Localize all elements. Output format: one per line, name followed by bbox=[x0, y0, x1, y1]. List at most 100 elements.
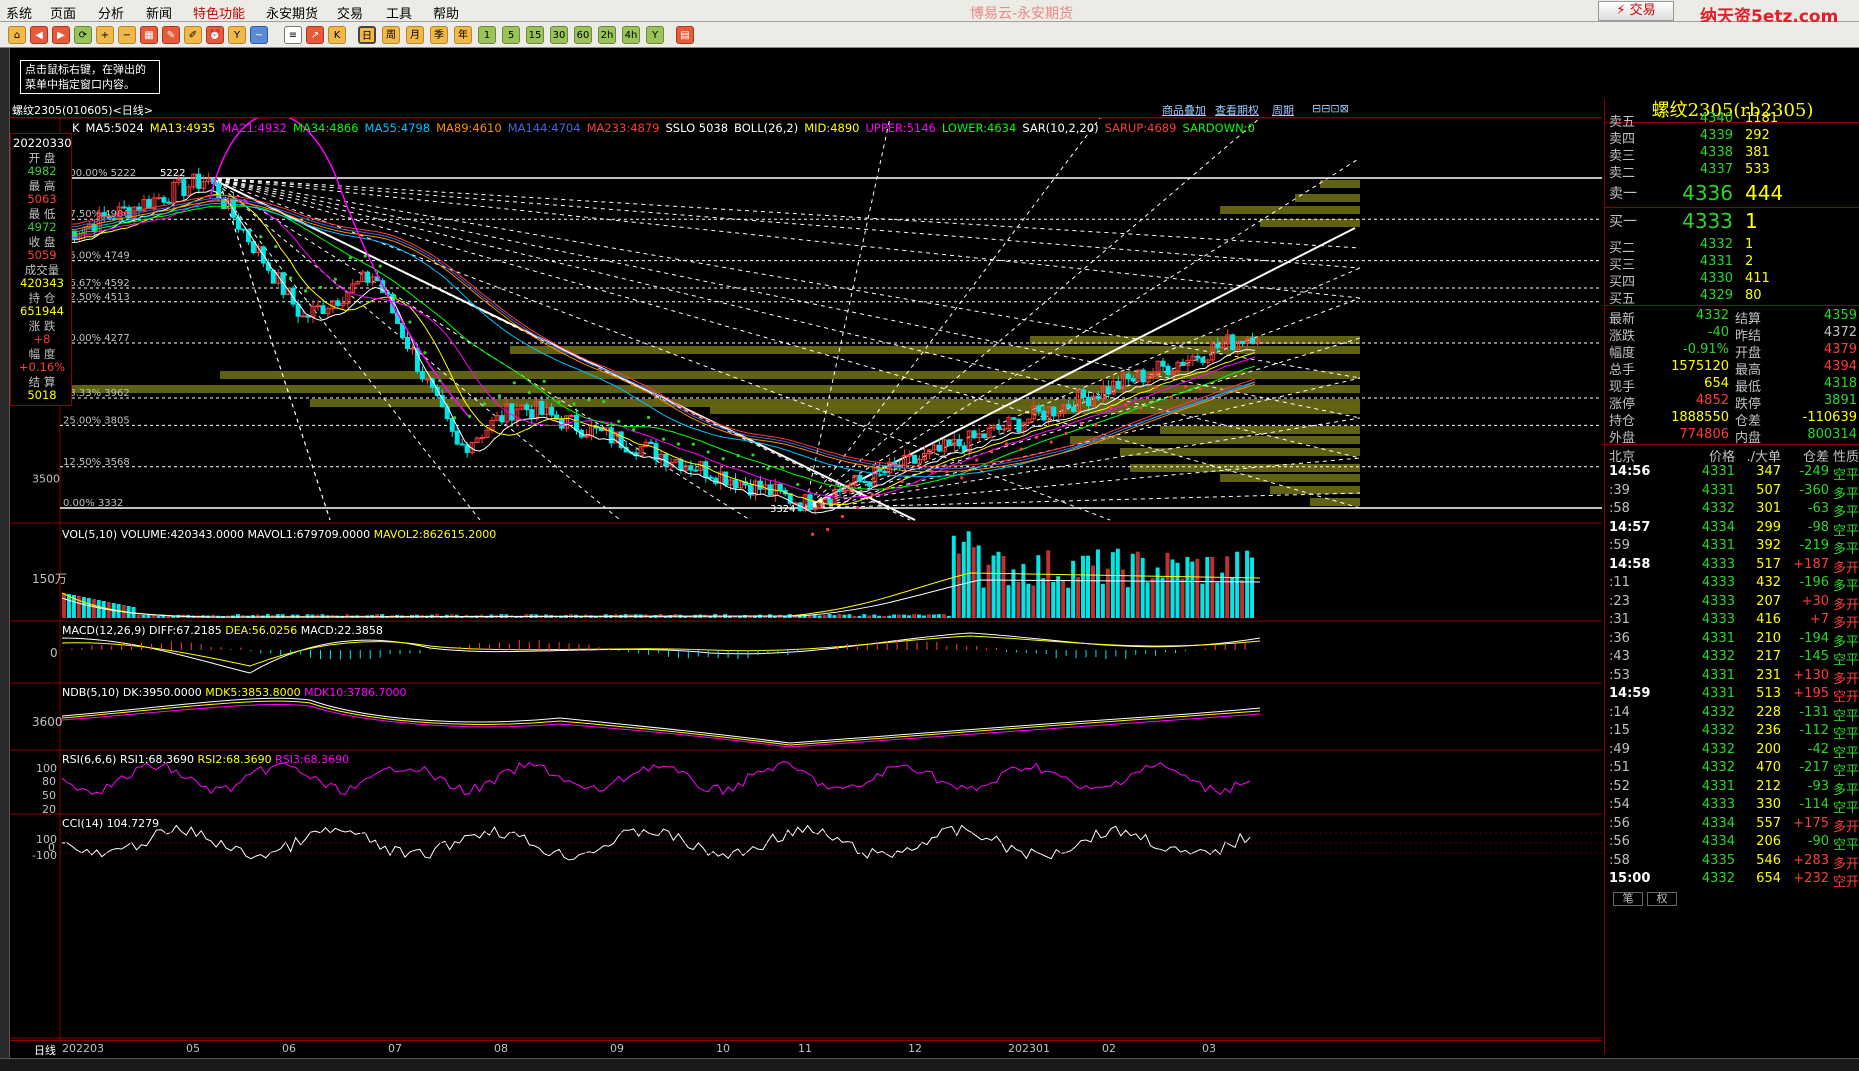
layout-icon[interactable]: ▦ bbox=[140, 26, 158, 44]
table-icon[interactable]: ≡ bbox=[284, 26, 302, 44]
options-link[interactable]: 查看期权 bbox=[1215, 102, 1259, 118]
menu-yongan[interactable]: 永安期货 bbox=[266, 3, 318, 22]
volume-bar bbox=[1041, 578, 1046, 618]
quote-stat-value: 4852 bbox=[1695, 393, 1729, 408]
period-15[interactable]: 15 bbox=[526, 26, 544, 44]
period-day[interactable]: 日 bbox=[358, 26, 376, 44]
sell-price: 4336 bbox=[1682, 181, 1733, 205]
status-bar bbox=[0, 1058, 1859, 1071]
volume-bar bbox=[96, 600, 101, 618]
period-30[interactable]: 30 bbox=[550, 26, 568, 44]
volume-bar bbox=[1235, 551, 1240, 618]
period-5[interactable]: 5 bbox=[502, 26, 520, 44]
tick-nat: 空平 bbox=[1832, 764, 1859, 779]
sar-dot bbox=[1019, 447, 1023, 451]
candle-body bbox=[1001, 428, 1007, 431]
sell-label: 卖一 bbox=[1609, 186, 1637, 202]
period-2h[interactable]: 2h bbox=[598, 26, 616, 44]
candle-body bbox=[862, 481, 868, 484]
sar-dot bbox=[512, 381, 516, 385]
grid-icon[interactable]: ▤ bbox=[676, 26, 694, 44]
tick-price: 4333 bbox=[1701, 612, 1735, 627]
pen-icon[interactable]: ✐ bbox=[184, 26, 202, 44]
forward-icon[interactable]: ▶ bbox=[52, 26, 70, 44]
sar-dot bbox=[423, 351, 427, 355]
candle-body bbox=[827, 498, 833, 504]
volume-bar bbox=[971, 547, 976, 618]
volume-bar bbox=[62, 593, 66, 618]
tick-header-col: 仓差 bbox=[1802, 450, 1829, 465]
tick-vol: 212 bbox=[1756, 778, 1781, 794]
wave-icon[interactable]: ~ bbox=[250, 26, 268, 44]
trade-button[interactable]: ⚡ 交易 bbox=[1598, 1, 1674, 21]
indicator-9: SSLO 5038 bbox=[665, 121, 729, 135]
tick-chg: -194 bbox=[1799, 630, 1829, 646]
quote-tab-0[interactable]: 笔 bbox=[1613, 891, 1643, 906]
sar-dot bbox=[691, 442, 695, 446]
tick-vol: 557 bbox=[1756, 815, 1781, 831]
zoom-out-icon[interactable]: − bbox=[118, 26, 136, 44]
sar-dot bbox=[661, 437, 666, 441]
quote-tab-1[interactable]: 权 bbox=[1647, 891, 1677, 906]
period-week[interactable]: 周 bbox=[382, 26, 400, 44]
tick-price: 4333 bbox=[1701, 575, 1735, 590]
menu-analysis[interactable]: 分析 bbox=[98, 3, 124, 22]
menu-tools[interactable]: 工具 bbox=[386, 3, 412, 22]
period-60[interactable]: 60 bbox=[574, 26, 592, 44]
period-y[interactable]: Y bbox=[646, 26, 664, 44]
period-year[interactable]: 年 bbox=[454, 26, 472, 44]
tick-chg: -249 bbox=[1799, 464, 1829, 479]
tick-nat: 多开 bbox=[1832, 616, 1859, 631]
quote-stat-value: 774806 bbox=[1679, 427, 1729, 442]
menu-help[interactable]: 帮助 bbox=[433, 3, 459, 22]
tick-vol: 470 bbox=[1756, 760, 1781, 775]
alarm-icon[interactable]: ⏰ bbox=[206, 26, 224, 44]
refresh-icon[interactable]: ⟳ bbox=[74, 26, 92, 44]
tick-nat: 多开 bbox=[1832, 819, 1859, 835]
chart-icon[interactable]: ↗ bbox=[306, 26, 324, 44]
kline-chart[interactable]: 100.00% 522287.50% 498675.00% 474966.67%… bbox=[10, 118, 1602, 1040]
menu-news[interactable]: 新闻 bbox=[146, 3, 172, 22]
period-4h[interactable]: 4h bbox=[622, 26, 640, 44]
sar-dot bbox=[721, 457, 725, 461]
tick-vol: 200 bbox=[1756, 741, 1781, 757]
candle-body bbox=[777, 483, 783, 491]
window-controls-icon[interactable]: ⊟⊟⊡⊠ bbox=[1312, 102, 1349, 115]
fib-label-8: 12.50% 3568 bbox=[63, 457, 130, 468]
volume-bar bbox=[827, 614, 832, 618]
tick-header-col: ./大单 bbox=[1746, 450, 1781, 465]
cup-icon[interactable]: Y bbox=[228, 26, 246, 44]
back-icon[interactable]: ◀ bbox=[30, 26, 48, 44]
left-side-strip[interactable] bbox=[0, 48, 10, 1058]
sar-dot bbox=[348, 256, 352, 260]
period-1[interactable]: 1 bbox=[478, 26, 496, 44]
kline-icon[interactable]: K bbox=[328, 26, 346, 44]
period-quarter[interactable]: 季 bbox=[430, 26, 448, 44]
home-icon[interactable]: ⌂ bbox=[8, 26, 26, 44]
overlay-link[interactable]: 商品叠加 bbox=[1162, 102, 1206, 118]
fan-line-low-0 bbox=[804, 118, 891, 509]
indicator-6: MA89:4610 bbox=[436, 121, 502, 135]
menu-page[interactable]: 页面 bbox=[50, 3, 76, 22]
sar-dot bbox=[840, 514, 845, 519]
period-link[interactable]: 周期 bbox=[1272, 102, 1294, 118]
volume-bar bbox=[897, 614, 902, 618]
x-axis-label-10: 202301 bbox=[1008, 1042, 1050, 1055]
tick-price: 4331 bbox=[1701, 778, 1735, 794]
volume-bar bbox=[1135, 551, 1140, 618]
menu-trade[interactable]: 交易 bbox=[337, 3, 363, 22]
period-month[interactable]: 月 bbox=[406, 26, 424, 44]
candle-body bbox=[240, 228, 246, 231]
draw-icon[interactable]: ✎ bbox=[162, 26, 180, 44]
x-axis-label-2: 05 bbox=[186, 1042, 200, 1055]
tick-price: 4332 bbox=[1701, 649, 1735, 664]
menu-features[interactable]: 特色功能 bbox=[193, 3, 245, 22]
ndb-legend: NDB(5,10) DK:3950.0000 MDK5:3853.8000 MD… bbox=[62, 686, 407, 699]
fib-label-0: 100.00% 5222 bbox=[63, 168, 136, 179]
candle-body bbox=[912, 454, 918, 464]
zoom-in-icon[interactable]: + bbox=[96, 26, 114, 44]
candle-body bbox=[1160, 360, 1166, 367]
sar-dot bbox=[855, 506, 859, 510]
menu-system[interactable]: 系统 bbox=[6, 3, 32, 22]
candle-body bbox=[678, 459, 684, 471]
